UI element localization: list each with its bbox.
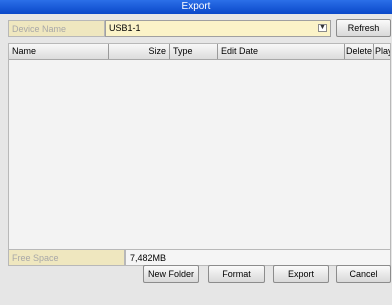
new-folder-button[interactable]: New Folder (143, 265, 199, 283)
chevron-down-icon[interactable]: ▼ (318, 24, 327, 32)
column-header-play[interactable]: Play (374, 44, 390, 59)
device-name-label: Device Name (8, 20, 105, 37)
file-table: Name Size Type Edit Date Delete Play (8, 43, 391, 252)
export-dialog: Device Name USB1-1 ▼ Refresh Name Size T… (0, 14, 392, 305)
cancel-button[interactable]: Cancel (336, 265, 391, 283)
column-header-size[interactable]: Size (109, 44, 170, 59)
column-header-name[interactable]: Name (9, 44, 109, 59)
column-header-type[interactable]: Type (170, 44, 218, 59)
device-select-value: USB1-1 (109, 23, 141, 33)
column-header-delete[interactable]: Delete (345, 44, 374, 59)
format-button[interactable]: Format (208, 265, 265, 283)
free-space-value: 7,482MB (125, 249, 391, 266)
free-space-label: Free Space (8, 249, 125, 266)
dialog-title: Export (181, 1, 211, 12)
column-header-edit-date[interactable]: Edit Date (218, 44, 345, 59)
export-button[interactable]: Export (273, 265, 329, 283)
device-select[interactable]: USB1-1 ▼ (105, 20, 331, 37)
dialog-title-bar: Export (0, 0, 392, 14)
table-header: Name Size Type Edit Date Delete Play (9, 44, 390, 60)
refresh-button[interactable]: Refresh (336, 19, 391, 37)
